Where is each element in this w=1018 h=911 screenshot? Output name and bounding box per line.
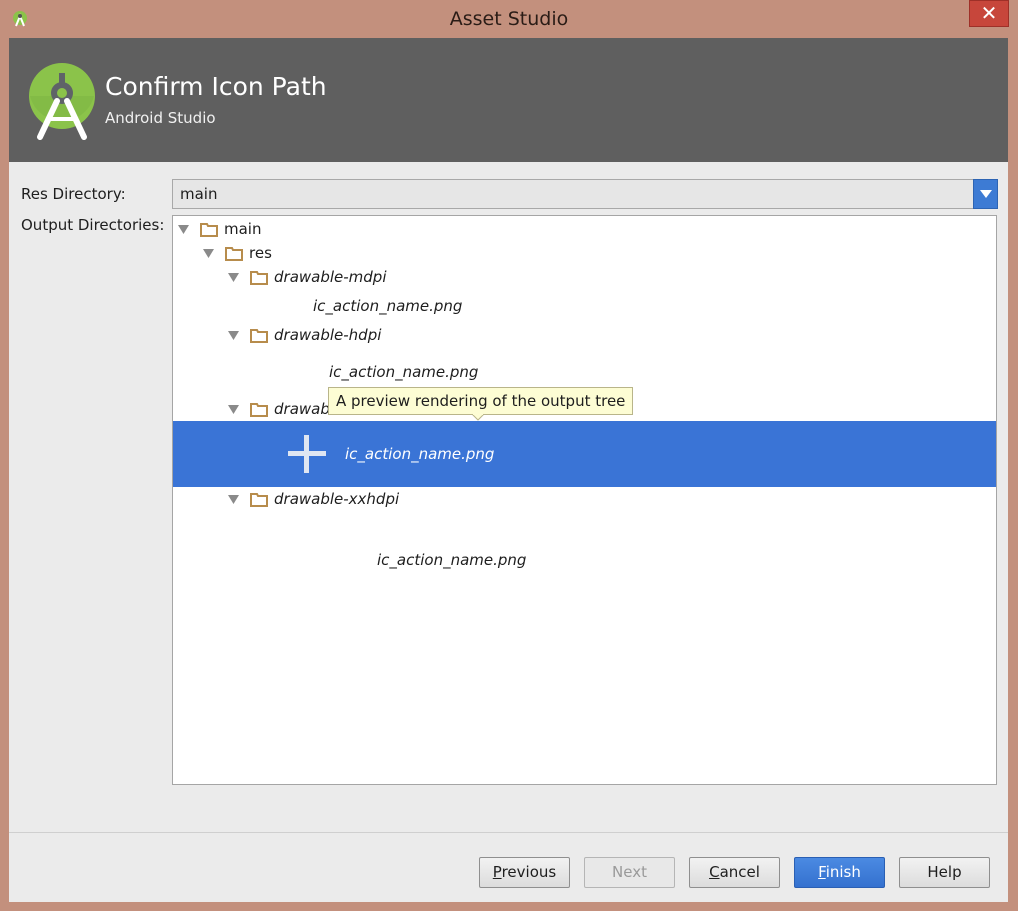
expand-triangle-icon (228, 495, 239, 504)
finish-button[interactable]: Finish (794, 857, 885, 888)
next-label: Next (612, 863, 647, 881)
tree-node-label: main (224, 220, 262, 238)
folder-icon (250, 403, 268, 417)
android-studio-logo-icon (29, 63, 95, 140)
tree-node-label: drawable-hdpi (274, 326, 382, 344)
tree-node-label: drawab (274, 400, 330, 418)
page-subtitle: Android Studio (105, 109, 216, 127)
tree-node-label: drawable-xxhdpi (274, 490, 400, 508)
expand-triangle-icon (228, 273, 239, 282)
expand-triangle-icon (178, 225, 189, 234)
finish-mnemonic: F (818, 863, 826, 881)
close-icon: ✕ (980, 1, 998, 25)
close-button[interactable]: ✕ (969, 0, 1009, 27)
output-directories-label: Output Directories: (21, 216, 165, 234)
footer-divider (9, 832, 1008, 833)
folder-icon (250, 329, 268, 343)
expand-triangle-icon (203, 249, 214, 258)
output-tree[interactable]: main res drawable-mdpi ic_action_name.pn… (172, 215, 997, 785)
tree-file-xhdpi-selected[interactable]: ic_action_name.png (173, 421, 996, 487)
expand-triangle-icon (228, 331, 239, 340)
folder-icon (250, 493, 268, 507)
res-directory-label: Res Directory: (21, 185, 126, 203)
expand-triangle-icon (228, 405, 239, 414)
window-title: Asset Studio (449, 8, 569, 30)
finish-label: inish (825, 863, 861, 881)
res-directory-dropdown[interactable]: main (172, 179, 998, 209)
header-banner: Confirm Icon Path Android Studio (9, 38, 1008, 162)
tree-node-label: res (249, 244, 272, 262)
dialog-content: Confirm Icon Path Android Studio Res Dir… (9, 38, 1008, 902)
plus-icon (288, 435, 326, 473)
next-button[interactable]: Next (584, 857, 675, 888)
tooltip-text: A preview rendering of the output tree (336, 392, 626, 410)
previous-label: revious (501, 863, 557, 881)
res-directory-value: main (180, 185, 218, 203)
folder-icon (225, 247, 243, 261)
help-label: Help (927, 863, 962, 881)
tree-file-hdpi[interactable]: ic_action_name.png (329, 363, 478, 381)
dropdown-arrow-button[interactable] (973, 179, 998, 209)
folder-icon (250, 271, 268, 285)
cancel-mnemonic: C (709, 863, 720, 881)
cancel-button[interactable]: Cancel (689, 857, 780, 888)
previous-mnemonic: P (492, 863, 502, 881)
help-button[interactable]: Help (899, 857, 990, 888)
window-title-bar[interactable]: Asset Studio ✕ (0, 0, 1018, 38)
tree-file-xxhdpi[interactable]: ic_action_name.png (377, 551, 526, 569)
tree-node-label: drawable-mdpi (274, 268, 387, 286)
cancel-label: ancel (719, 863, 760, 881)
page-title: Confirm Icon Path (105, 72, 327, 101)
tooltip: A preview rendering of the output tree (328, 387, 634, 421)
tree-file-mdpi[interactable]: ic_action_name.png (313, 297, 462, 315)
tooltip-pointer (472, 414, 484, 421)
tree-file-label: ic_action_name.png (345, 445, 495, 463)
chevron-down-icon (980, 190, 992, 198)
previous-button[interactable]: Previous (479, 857, 570, 888)
folder-icon (200, 223, 218, 237)
